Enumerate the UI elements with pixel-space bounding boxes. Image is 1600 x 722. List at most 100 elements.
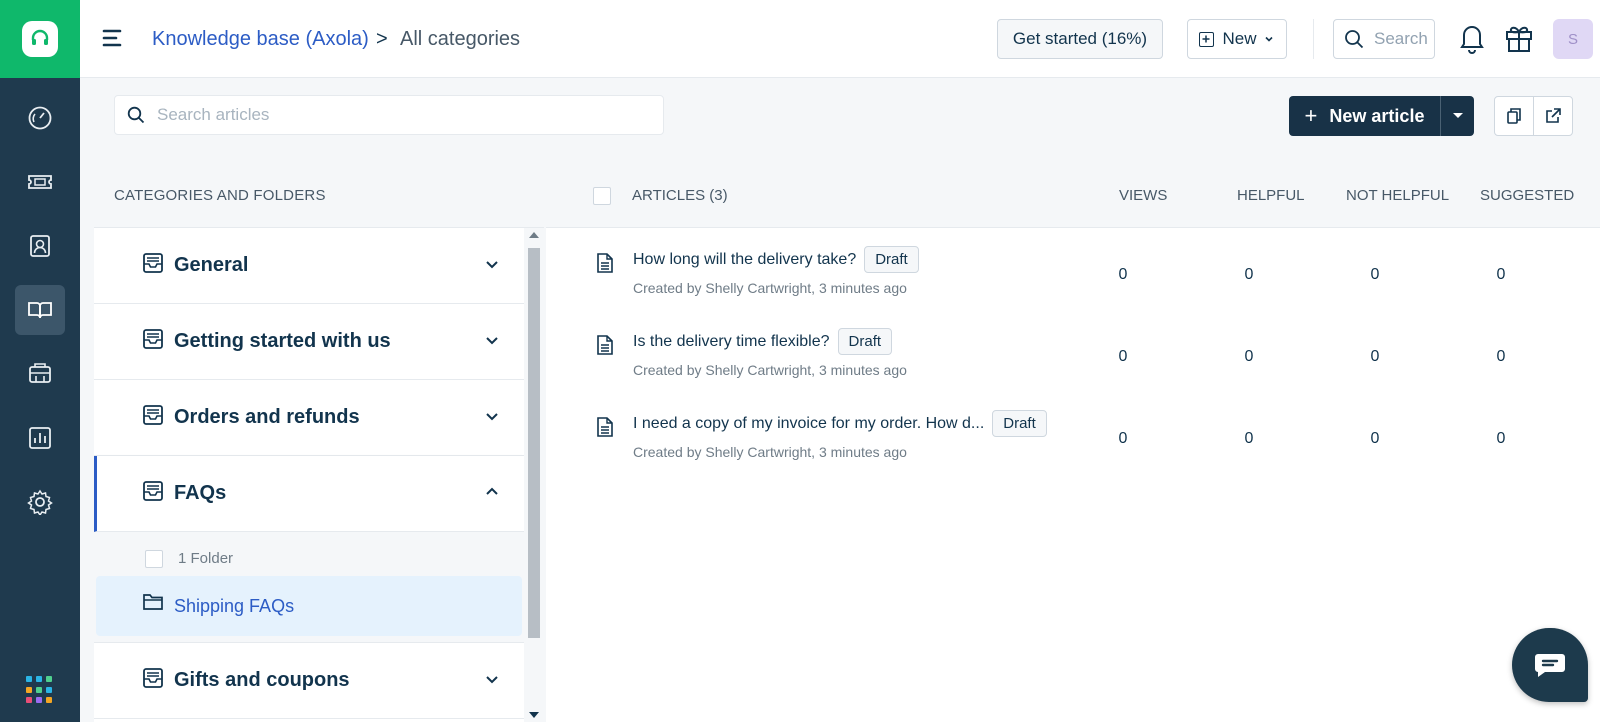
search-icon <box>1345 30 1364 49</box>
new-label: New <box>1222 29 1257 48</box>
column-suggested[interactable]: SUGGESTED <box>1480 187 1574 204</box>
category-name: Gifts and coupons <box>174 669 350 691</box>
category-faqs[interactable]: FAQs <box>94 456 524 532</box>
bell-icon[interactable] <box>1458 22 1486 54</box>
select-folders-checkbox[interactable] <box>145 550 163 568</box>
helpful-value: 0 <box>1244 348 1254 365</box>
scroll-down-arrow[interactable] <box>529 712 539 718</box>
articles-count-header: ARTICLES (3) <box>632 187 728 204</box>
knowledge-base-icon <box>28 302 52 319</box>
chevron-down-icon[interactable] <box>484 332 500 348</box>
not-helpful-value: 0 <box>1370 266 1380 283</box>
document-icon <box>597 417 613 437</box>
copy-icon <box>1507 108 1521 124</box>
avatar[interactable]: S <box>1553 19 1593 59</box>
caret-down-icon <box>1452 113 1463 118</box>
inbox-icon <box>143 668 163 688</box>
status-badge: Draft <box>864 246 919 273</box>
global-search-label: Search <box>1374 29 1428 48</box>
global-search-button[interactable]: Search <box>1333 19 1435 59</box>
folder-count-row: 1 Folder <box>94 532 524 574</box>
new-dropdown-button[interactable]: New <box>1187 19 1287 59</box>
category-getting-started[interactable]: Getting started with us <box>94 304 524 380</box>
folder-name: Shipping FAQs <box>174 596 295 616</box>
nav-knowledge-base[interactable] <box>15 285 65 335</box>
breadcrumb-current: All categories <box>400 28 521 50</box>
new-article-button[interactable]: + New article <box>1289 96 1441 136</box>
category-name: Orders and refunds <box>174 406 360 428</box>
folder-icon <box>143 594 163 610</box>
dashboard-icon <box>28 106 52 130</box>
left-nav <box>0 0 80 722</box>
helpful-value: 0 <box>1244 266 1254 283</box>
status-badge: Draft <box>837 328 893 355</box>
category-general[interactable]: General <box>94 228 524 304</box>
inbox-icon <box>143 329 163 349</box>
articles-panel: ARTICLES (3) VIEWS HELPFUL NOT HELPFUL S… <box>546 164 1600 722</box>
contacts-icon <box>30 235 50 257</box>
new-article-dropdown[interactable] <box>1441 112 1474 120</box>
search-articles-input[interactable] <box>157 105 637 125</box>
admin-icon <box>29 363 51 383</box>
article-row[interactable]: How long will the delivery take? Draft C… <box>546 230 1600 310</box>
views-value: 0 <box>1118 266 1128 283</box>
chevron-down-icon[interactable] <box>484 256 500 272</box>
not-helpful-value: 0 <box>1370 348 1380 365</box>
app-logo[interactable] <box>0 0 80 78</box>
apps-grid-icon[interactable] <box>26 676 54 704</box>
article-title[interactable]: How long will the delivery take? Draft <box>633 246 919 273</box>
inbox-icon <box>143 253 163 273</box>
chat-widget-button[interactable] <box>1512 628 1588 702</box>
helpful-value: 0 <box>1244 430 1254 447</box>
nav-tickets[interactable] <box>15 157 65 207</box>
nav-reports[interactable] <box>15 413 65 463</box>
nav-dashboard[interactable] <box>15 93 65 143</box>
scrollbar-thumb[interactable] <box>528 248 540 638</box>
select-all-checkbox[interactable] <box>593 187 611 205</box>
gear-icon <box>27 489 53 515</box>
category-gifts-coupons[interactable]: Gifts and coupons <box>94 643 524 719</box>
menu-icon[interactable] <box>102 28 124 48</box>
inbox-icon <box>143 481 163 501</box>
scroll-up-arrow[interactable] <box>529 232 539 238</box>
chevron-up-icon[interactable] <box>484 484 500 500</box>
breadcrumb-separator: > <box>376 28 388 50</box>
suggested-value: 0 <box>1496 266 1506 283</box>
category-name: Getting started with us <box>174 330 391 352</box>
gift-icon[interactable] <box>1504 22 1534 54</box>
column-helpful[interactable]: HELPFUL <box>1237 187 1305 204</box>
views-value: 0 <box>1118 430 1128 447</box>
article-meta: Created by Shelly Cartwright, 3 minutes … <box>633 280 907 296</box>
top-header: Knowledge base (Axola) > All categories … <box>80 0 1600 78</box>
article-title[interactable]: I need a copy of my invoice for my order… <box>633 410 1047 437</box>
categories-header: CATEGORIES AND FOLDERS <box>94 164 544 228</box>
search-icon <box>127 106 145 124</box>
chevron-down-icon[interactable] <box>484 671 500 687</box>
nav-settings[interactable] <box>15 477 65 527</box>
reports-icon <box>29 427 51 449</box>
nav-contacts[interactable] <box>15 221 65 271</box>
breadcrumb-knowledge-base[interactable]: Knowledge base (Axola) <box>152 28 369 51</box>
open-external-button[interactable] <box>1533 96 1573 136</box>
column-not-helpful[interactable]: NOT HELPFUL <box>1346 187 1449 204</box>
get-started-button[interactable]: Get started (16%) <box>997 19 1163 59</box>
article-meta: Created by Shelly Cartwright, 3 minutes … <box>633 362 907 378</box>
categories-list: General Getting started with us Orders a… <box>94 228 524 722</box>
plus-icon: + <box>1304 103 1318 128</box>
search-articles-box[interactable] <box>114 95 664 135</box>
column-views[interactable]: VIEWS <box>1119 187 1167 204</box>
article-row[interactable]: Is the delivery time flexible? Draft Cre… <box>546 312 1600 392</box>
headset-icon <box>22 21 58 57</box>
folder-shipping-faqs[interactable]: Shipping FAQs <box>96 576 522 636</box>
chevron-down-icon[interactable] <box>484 408 500 424</box>
document-icon <box>597 253 613 273</box>
article-meta: Created by Shelly Cartwright, 3 minutes … <box>633 444 907 460</box>
copy-button[interactable] <box>1494 96 1534 136</box>
article-title[interactable]: Is the delivery time flexible? Draft <box>633 328 893 355</box>
category-orders-refunds[interactable]: Orders and refunds <box>94 380 524 456</box>
header-divider <box>1313 19 1314 59</box>
nav-admin[interactable] <box>15 349 65 399</box>
categories-scrollbar[interactable] <box>524 228 544 722</box>
article-row[interactable]: I need a copy of my invoice for my order… <box>546 394 1600 474</box>
chat-bubble-icon <box>1535 654 1565 677</box>
